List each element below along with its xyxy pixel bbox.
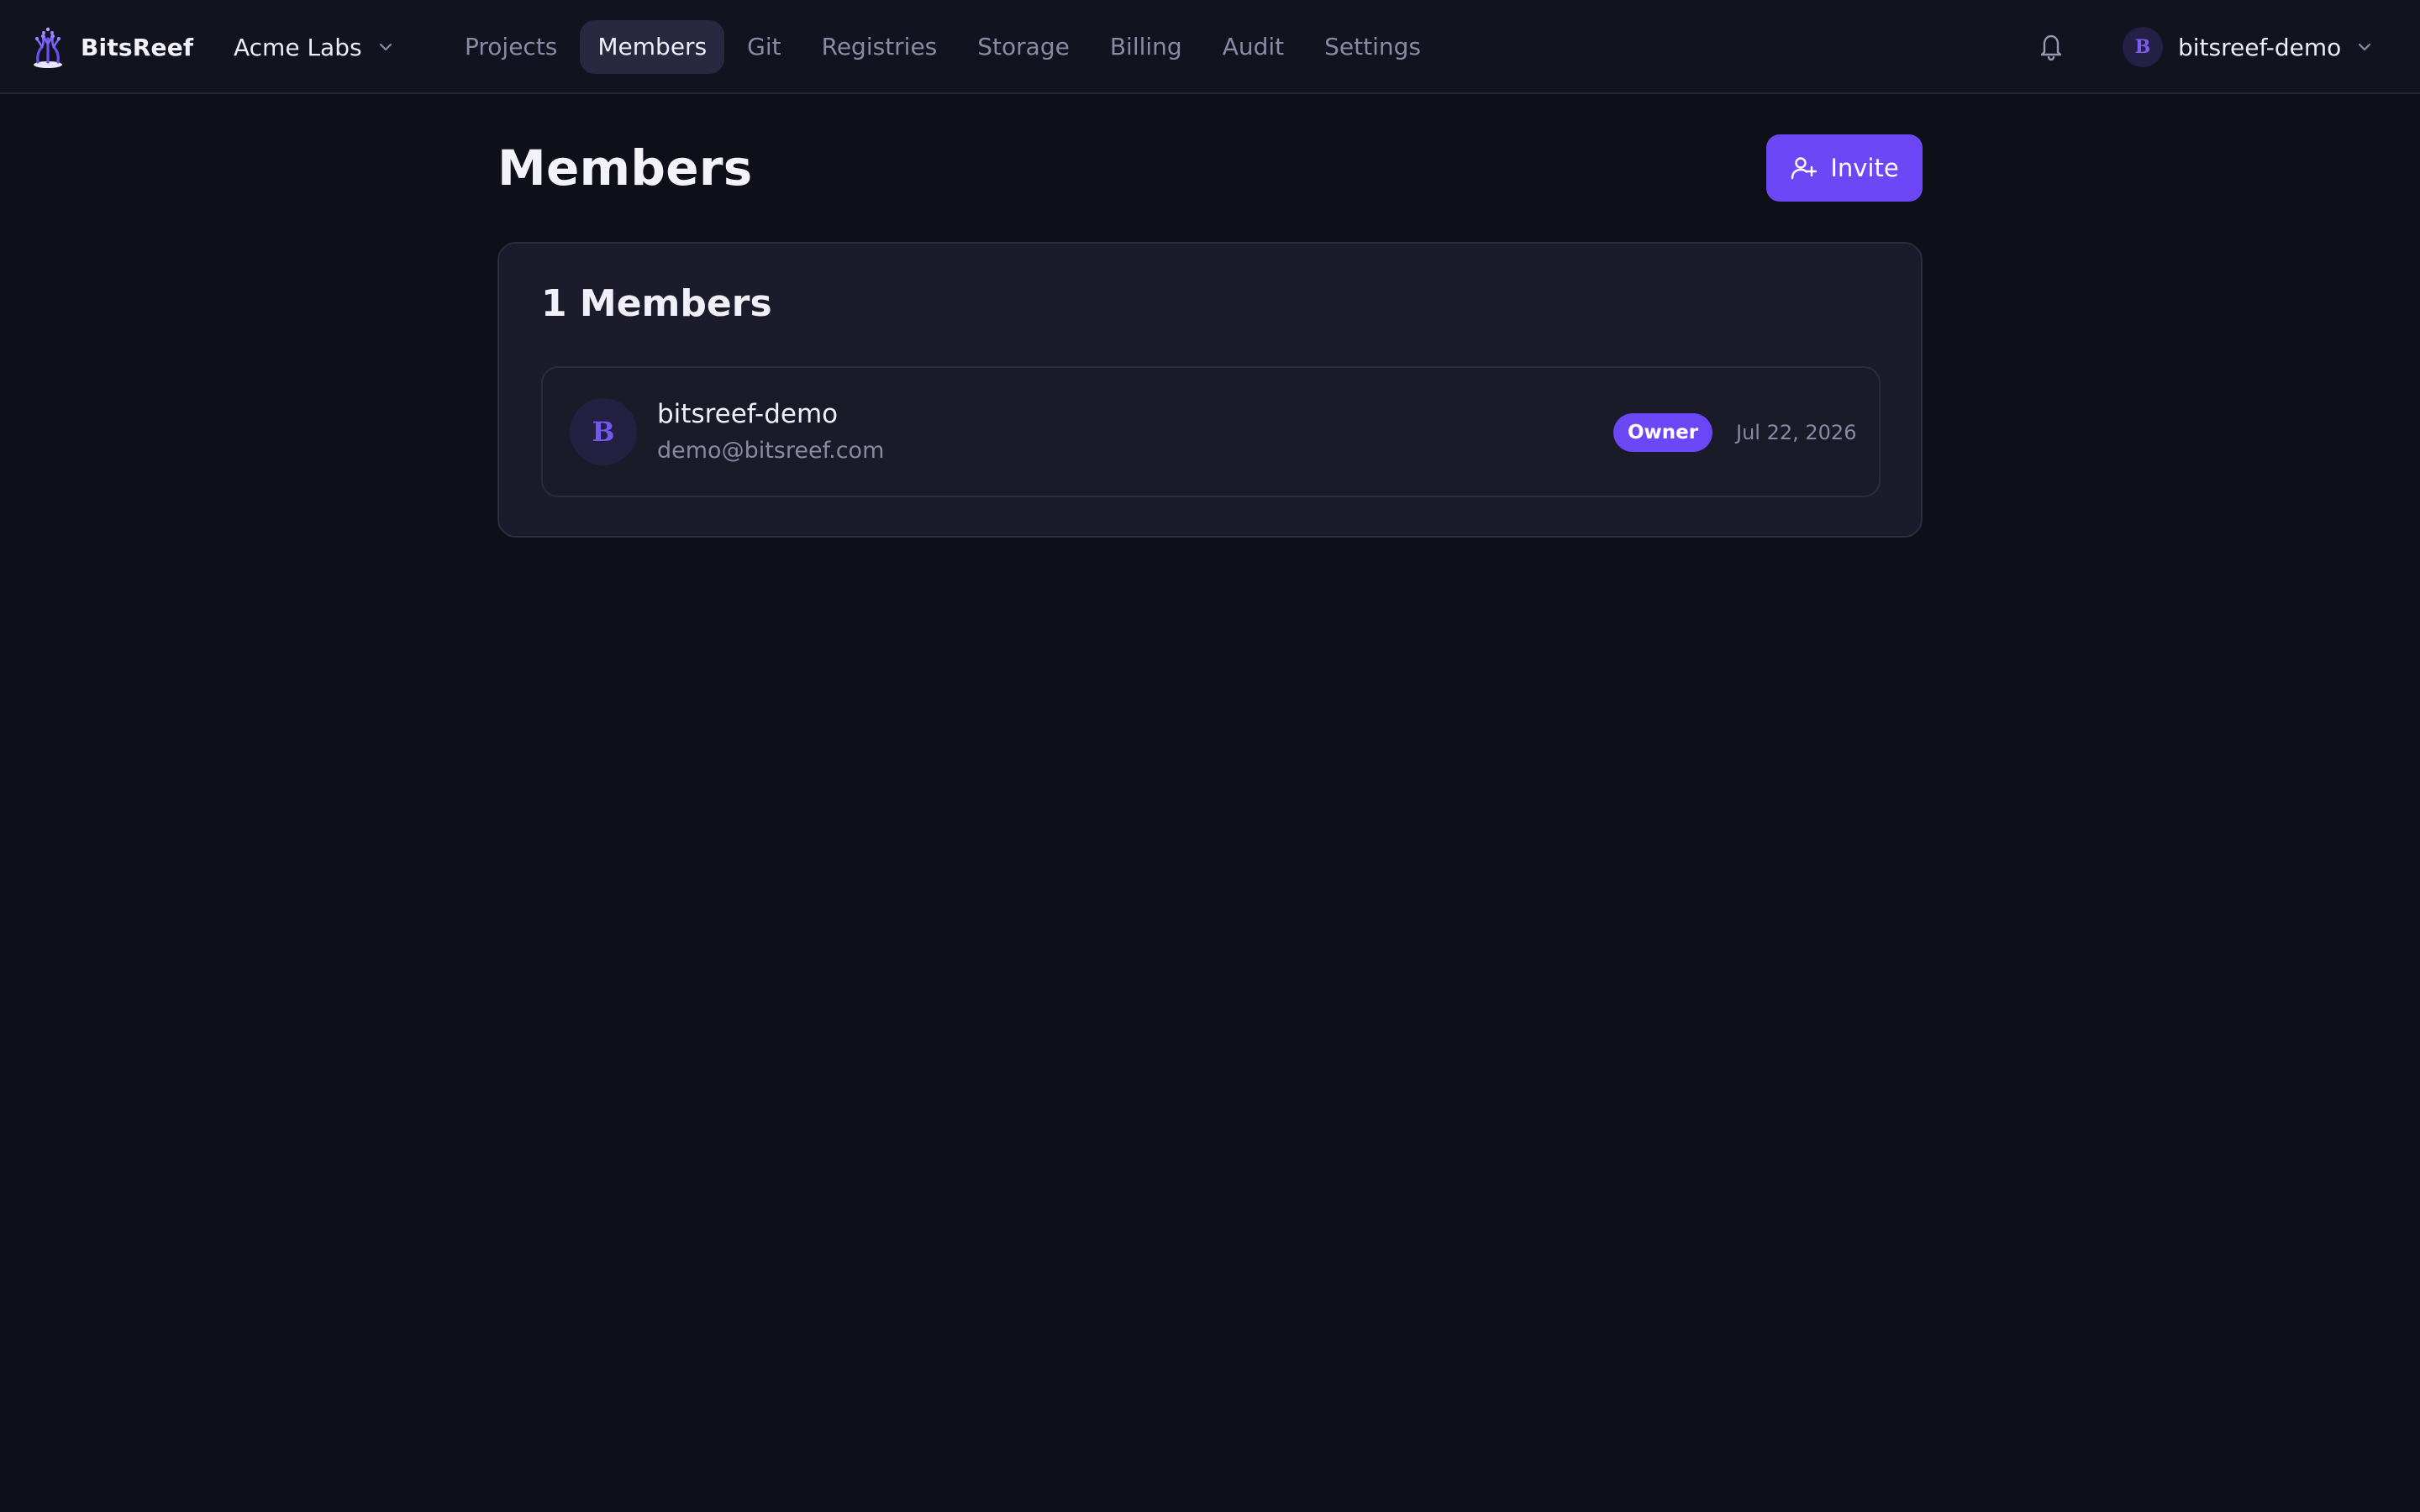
nav-item-projects[interactable]: Projects — [447, 20, 575, 74]
org-name: Acme Labs — [234, 33, 362, 61]
members-card: 1 Members B bitsreef-demo demo@bitsreef.… — [497, 242, 1923, 538]
nav-item-billing[interactable]: Billing — [1092, 20, 1200, 74]
page-title: Members — [497, 139, 753, 197]
invite-button[interactable]: Invite — [1766, 134, 1923, 202]
top-navigation-bar: BitsReef Acme Labs Projects Members Git … — [0, 0, 2420, 94]
nav-item-git[interactable]: Git — [729, 20, 798, 74]
nav-item-settings[interactable]: Settings — [1307, 20, 1439, 74]
member-joined-date: Jul 22, 2026 — [1736, 421, 1857, 444]
brand[interactable]: BitsReef — [30, 24, 193, 71]
user-name: bitsreef-demo — [2178, 33, 2342, 61]
member-avatar: B — [570, 398, 637, 465]
brand-name: BitsReef — [81, 33, 194, 61]
nav-item-registries[interactable]: Registries — [804, 20, 955, 74]
coral-reef-logo-icon — [34, 27, 62, 68]
members-count-title: 1 Members — [541, 282, 772, 325]
member-row[interactable]: B bitsreef-demo demo@bitsreef.com Owner … — [541, 366, 1881, 497]
member-email: demo@bitsreef.com — [657, 438, 885, 464]
nav-item-audit[interactable]: Audit — [1205, 20, 1302, 74]
chevron-down-icon — [2359, 43, 2371, 51]
bell-icon — [2040, 34, 2062, 61]
org-switcher[interactable]: Acme Labs — [234, 25, 394, 69]
nav-item-members[interactable]: Members — [580, 20, 725, 74]
invite-label: Invite — [1830, 154, 1899, 182]
avatar: B — [2123, 27, 2163, 67]
user-plus-icon — [1791, 157, 1818, 180]
nav-item-storage[interactable]: Storage — [960, 20, 1087, 74]
role-badge: Owner — [1613, 413, 1712, 452]
member-name: bitsreef-demo — [657, 399, 839, 429]
chevron-down-icon — [379, 43, 392, 51]
user-menu[interactable]: B bitsreef-demo — [2123, 25, 2373, 69]
main-nav: Projects Members Git Registries Storage … — [447, 0, 1439, 94]
notifications-button[interactable] — [2037, 30, 2065, 62]
